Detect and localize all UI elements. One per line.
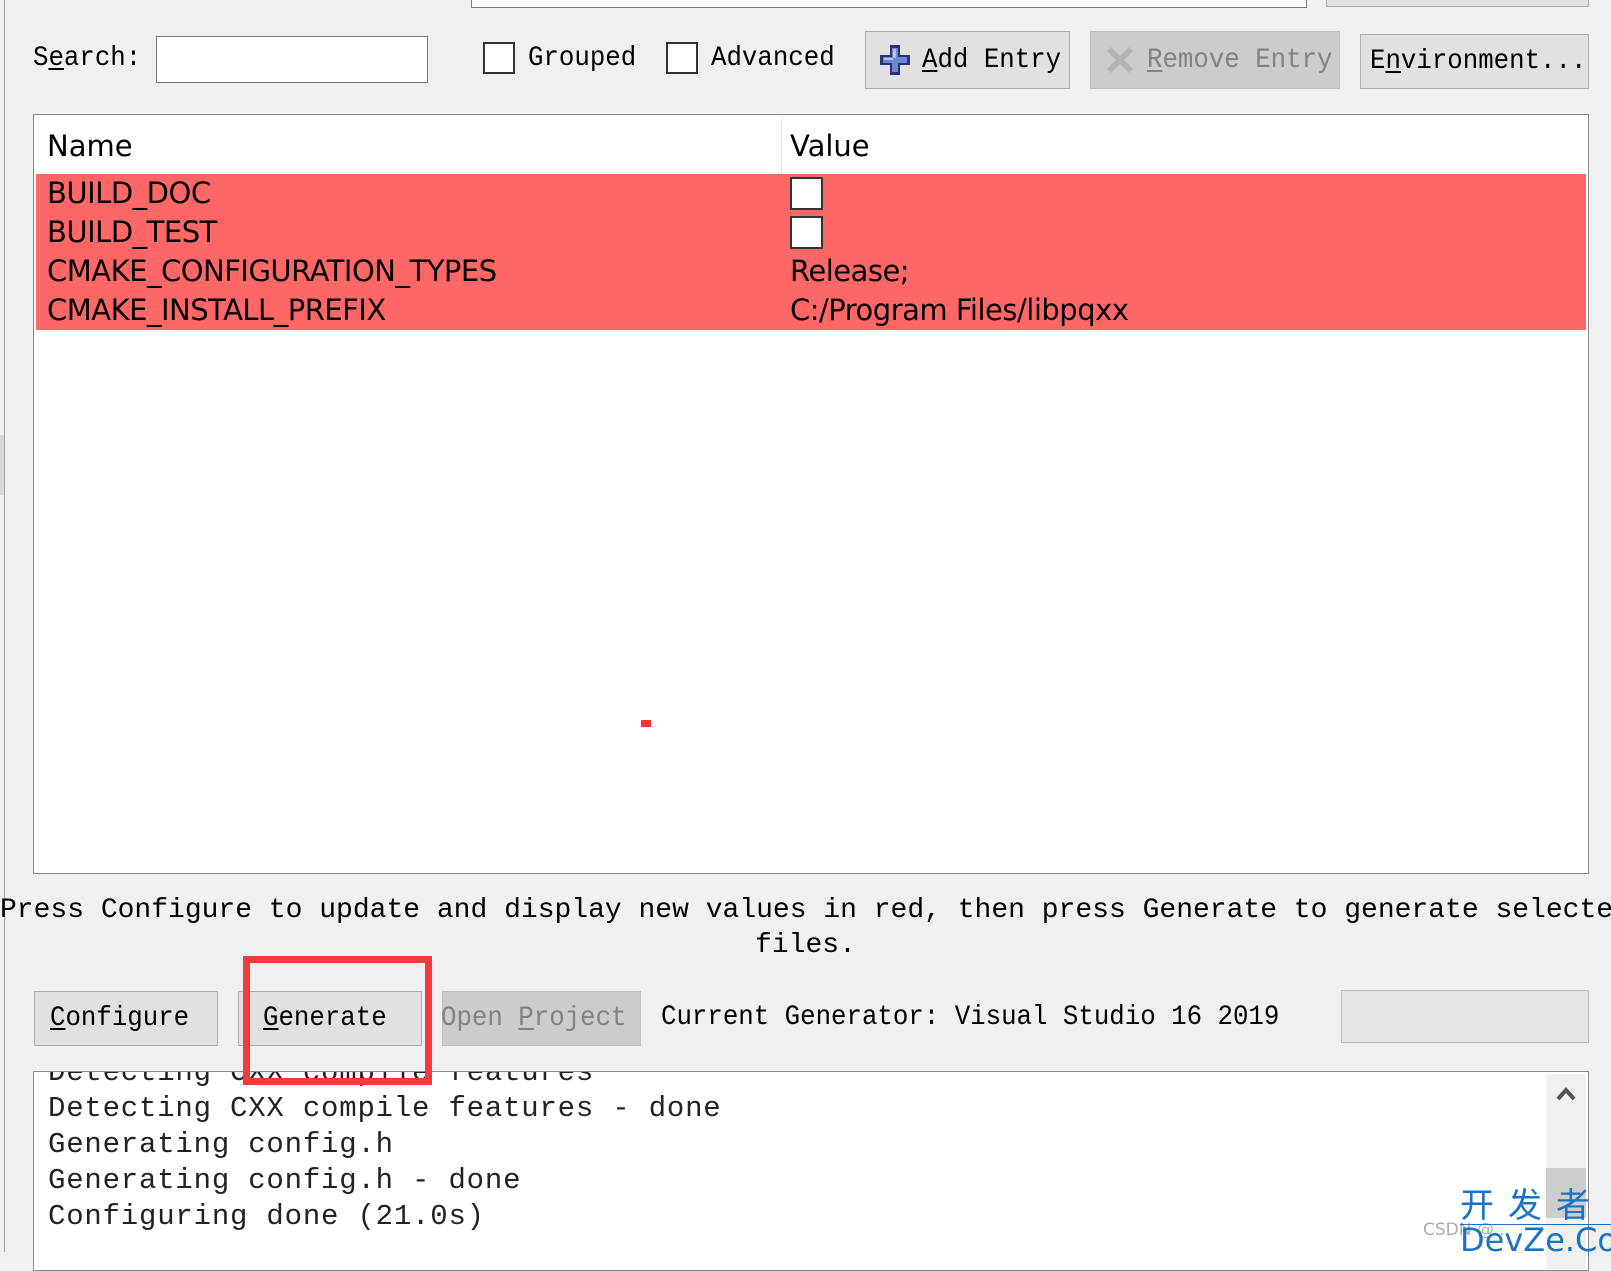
add-entry-label: Add Entry	[922, 44, 1062, 76]
advanced-checkbox[interactable]	[666, 42, 698, 74]
entry-value-checkbox[interactable]	[790, 177, 823, 210]
table-row[interactable]: BUILD_TEST	[36, 213, 1586, 252]
mnemonic-underline: C	[50, 1003, 66, 1034]
cache-table[interactable]: Name Value BUILD_DOC BUILD_TEST CMAKE_CO…	[33, 114, 1589, 874]
search-label: Search:	[33, 43, 142, 74]
output-log[interactable]: Detecting CXX compile features Detecting…	[33, 1071, 1589, 1271]
watermark-en: DevZe.CoM	[1460, 1224, 1611, 1256]
scroll-up-arrow-icon[interactable]	[1546, 1074, 1586, 1114]
configure-label: Configure	[50, 1003, 190, 1034]
column-divider[interactable]	[781, 117, 782, 175]
table-row[interactable]: CMAKE_CONFIGURATION_TYPES Release;	[36, 252, 1586, 291]
log-lines: Detecting CXX compile features Detecting…	[48, 1071, 722, 1235]
entry-value[interactable]: C:/Program Files/libpqxx	[790, 291, 1129, 330]
status-text-line2: files.	[755, 930, 856, 961]
side-panel-tab[interactable]	[0, 435, 4, 495]
open-project-button[interactable]: Open Project	[440, 991, 641, 1046]
search-input[interactable]	[156, 36, 428, 83]
entry-value-checkbox[interactable]	[790, 216, 823, 249]
advanced-label[interactable]: Advanced	[711, 45, 835, 73]
status-text-line1: Press Configure to update and display ne…	[0, 895, 1611, 926]
mnemonic-underline: A	[922, 44, 938, 76]
build-path-field[interactable]	[471, 0, 1307, 8]
mnemonic-underline: n	[1385, 46, 1401, 77]
log-line: Configuring done (21.0s)	[48, 1200, 485, 1233]
add-entry-button[interactable]: Add Entry	[865, 31, 1070, 89]
generate-button[interactable]: Generate	[238, 991, 422, 1046]
entry-value[interactable]: Release;	[790, 252, 910, 291]
column-header-name[interactable]: Name	[47, 117, 133, 175]
configure-button[interactable]: Configure	[34, 991, 218, 1046]
log-line: Detecting CXX compile features	[48, 1071, 595, 1089]
grouped-checkbox[interactable]	[483, 42, 515, 74]
log-line: Generating config.h	[48, 1128, 394, 1161]
environment-button[interactable]: Environment...	[1360, 34, 1589, 89]
entry-name: BUILD_TEST	[47, 215, 217, 249]
generate-label: Generate	[262, 1003, 387, 1034]
table-header: Name Value	[36, 117, 1586, 175]
table-row[interactable]: CMAKE_INSTALL_PREFIX C:/Program Files/li…	[36, 291, 1586, 330]
watermark-cn: 开发者	[1460, 1186, 1604, 1226]
grouped-label[interactable]: Grouped	[528, 45, 636, 73]
mnemonic-underline: G	[262, 1003, 279, 1034]
column-header-value[interactable]: Value	[790, 117, 870, 175]
mnemonic-underline: e	[48, 43, 64, 74]
x-remove-icon	[1103, 43, 1137, 77]
environment-label: Environment...	[1370, 46, 1587, 77]
devze-watermark: 开发者 DevZe.CoM	[1460, 1186, 1611, 1256]
progress-bar	[1341, 990, 1589, 1043]
plus-icon	[878, 43, 912, 77]
window-left-border	[4, 0, 5, 1252]
mnemonic-underline: R	[1147, 44, 1163, 76]
current-generator-label: Current Generator: Visual Studio 16 2019	[661, 1002, 1280, 1033]
annotation-dot	[641, 720, 651, 727]
log-line: Generating config.h - done	[48, 1164, 522, 1197]
remove-entry-button[interactable]: Remove Entry	[1090, 31, 1340, 89]
table-rows: BUILD_DOC BUILD_TEST CMAKE_CONFIGURATION…	[36, 174, 1586, 330]
open-project-label: Open Project	[440, 1003, 627, 1034]
entry-name: CMAKE_CONFIGURATION_TYPES	[47, 254, 497, 288]
browse-build-button[interactable]	[1326, 0, 1589, 7]
mnemonic-underline: P	[517, 1003, 534, 1034]
log-line: Detecting CXX compile features - done	[48, 1092, 722, 1125]
remove-entry-label: Remove Entry	[1147, 44, 1333, 76]
entry-name: CMAKE_INSTALL_PREFIX	[47, 293, 386, 327]
table-row[interactable]: BUILD_DOC	[36, 174, 1586, 213]
entry-name: BUILD_DOC	[47, 176, 211, 210]
